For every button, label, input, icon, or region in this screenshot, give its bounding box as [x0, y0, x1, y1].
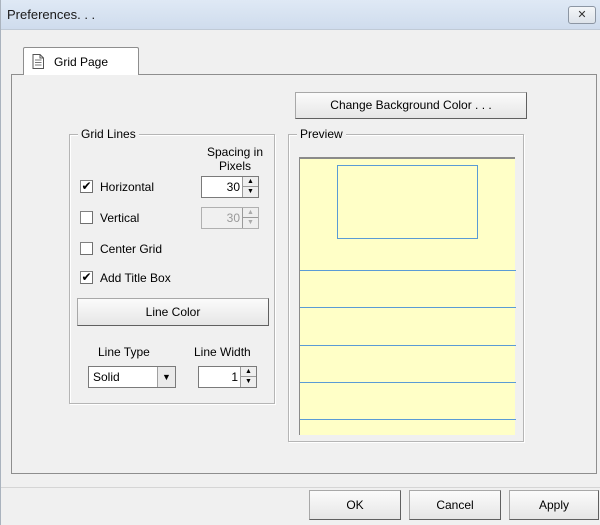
spacing-header-line-2: Pixels: [218, 159, 251, 173]
horizontal-spacing-value: 30: [226, 180, 240, 194]
preview-grid-line: [300, 382, 516, 383]
center-grid-label: Center Grid: [100, 242, 163, 256]
line-width-label: Line Width: [194, 345, 251, 359]
check-mark-icon: ✔: [81, 270, 92, 284]
preview-grid-line: [300, 345, 516, 346]
preview-grid-line: [300, 419, 516, 420]
preview-legend: Preview: [297, 127, 346, 141]
add-title-box-checkbox[interactable]: ✔: [80, 271, 93, 284]
center-grid-checkbox[interactable]: [80, 242, 93, 255]
preview-grid-line: [300, 307, 516, 308]
add-title-box-label: Add Title Box: [100, 271, 171, 285]
change-background-color-label: Change Background Color . . .: [330, 98, 492, 112]
spin-down-icon[interactable]: ▼: [243, 187, 258, 197]
document-icon: [32, 54, 44, 69]
spin-up-icon: ▲: [243, 208, 258, 218]
tab-grid-page[interactable]: Grid Page: [23, 47, 139, 75]
line-width-spinner[interactable]: 1 ▲ ▼: [198, 366, 257, 388]
cancel-label: Cancel: [436, 498, 474, 512]
vertical-spacing-spinner: 30 ▲ ▼: [201, 207, 259, 229]
vertical-spacing-value: 30: [226, 211, 240, 225]
ok-button[interactable]: OK: [309, 490, 401, 520]
line-type-value: Solid: [93, 370, 120, 384]
close-icon: ✕: [577, 9, 587, 21]
horizontal-spacing-spinner[interactable]: 30 ▲ ▼: [201, 176, 259, 198]
tab-label: Grid Page: [54, 55, 109, 69]
spinner-arrows[interactable]: ▲ ▼: [242, 177, 258, 197]
change-background-color-button[interactable]: Change Background Color . . .: [295, 92, 527, 119]
separator: [1, 487, 600, 488]
horizontal-label: Horizontal: [100, 180, 155, 194]
preview-title-box: [337, 165, 478, 239]
preview-canvas: [299, 157, 516, 435]
vertical-label: Vertical: [100, 211, 140, 225]
spin-up-icon[interactable]: ▲: [243, 177, 258, 187]
line-width-value: 1: [231, 370, 238, 384]
spinner-arrows[interactable]: ▲ ▼: [240, 367, 256, 387]
line-color-label: Line Color: [145, 305, 201, 319]
preview-grid-line: [300, 270, 516, 271]
spinner-arrows-disabled: ▲ ▼: [242, 208, 258, 228]
window-title: Preferences. . .: [7, 7, 96, 22]
spacing-header-line-1: Spacing in: [206, 145, 264, 159]
grid-lines-legend: Grid Lines: [78, 127, 139, 141]
title-bar[interactable]: Preferences. . . ✕: [1, 0, 600, 30]
apply-label: Apply: [538, 498, 570, 512]
vertical-checkbox[interactable]: [80, 211, 93, 224]
horizontal-checkbox[interactable]: ✔: [80, 180, 93, 193]
line-color-button[interactable]: Line Color: [77, 298, 269, 326]
ok-label: OK: [346, 498, 364, 512]
grid-lines-group: Grid Lines: [69, 127, 275, 404]
close-button[interactable]: ✕: [568, 6, 596, 24]
spin-up-icon[interactable]: ▲: [241, 367, 256, 377]
line-type-select[interactable]: Solid ▼: [88, 366, 176, 388]
check-mark-icon: ✔: [81, 179, 92, 193]
cancel-button[interactable]: Cancel: [409, 490, 501, 520]
apply-button[interactable]: Apply: [509, 490, 599, 520]
preferences-dialog: Preferences. . . ✕ Grid Page Change Back…: [0, 0, 600, 525]
chevron-down-icon[interactable]: ▼: [157, 367, 175, 387]
spin-down-icon: ▼: [243, 218, 258, 228]
spin-down-icon[interactable]: ▼: [241, 377, 256, 387]
line-type-label: Line Type: [98, 345, 150, 359]
